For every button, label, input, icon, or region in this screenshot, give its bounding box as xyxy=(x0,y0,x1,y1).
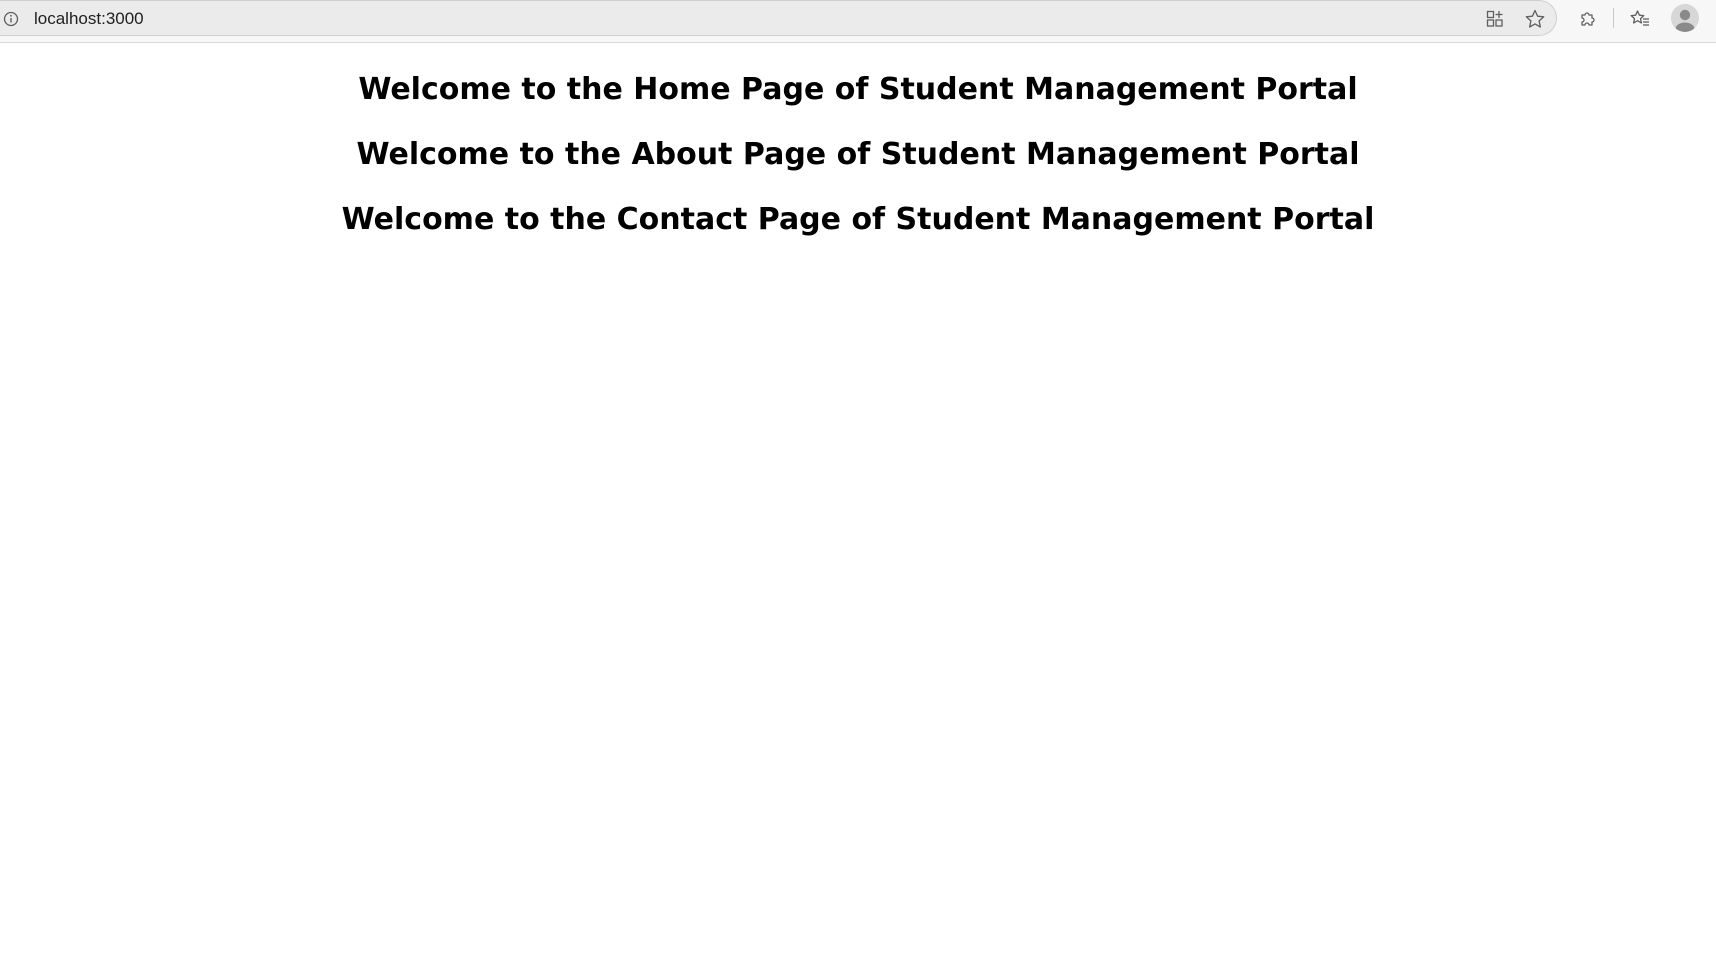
favorites-list-icon[interactable] xyxy=(1627,6,1653,32)
star-icon[interactable] xyxy=(1522,6,1548,32)
info-icon[interactable] xyxy=(2,10,20,28)
about-page-heading: Welcome to the About Page of Student Man… xyxy=(356,137,1360,172)
address-bar[interactable]: localhost:3000 xyxy=(0,0,1557,36)
home-page-heading: Welcome to the Home Page of Student Mana… xyxy=(358,72,1358,107)
profile-avatar-icon[interactable] xyxy=(1671,4,1699,32)
url-text[interactable]: localhost:3000 xyxy=(34,9,144,29)
app-available-icon[interactable] xyxy=(1482,6,1508,32)
toolbar-divider xyxy=(1613,8,1614,28)
puzzle-icon[interactable] xyxy=(1575,6,1601,32)
page-content: Welcome to the Home Page of Student Mana… xyxy=(0,43,1716,958)
contact-page-heading: Welcome to the Contact Page of Student M… xyxy=(341,202,1375,237)
browser-toolbar: localhost:3000 xyxy=(0,0,1716,43)
